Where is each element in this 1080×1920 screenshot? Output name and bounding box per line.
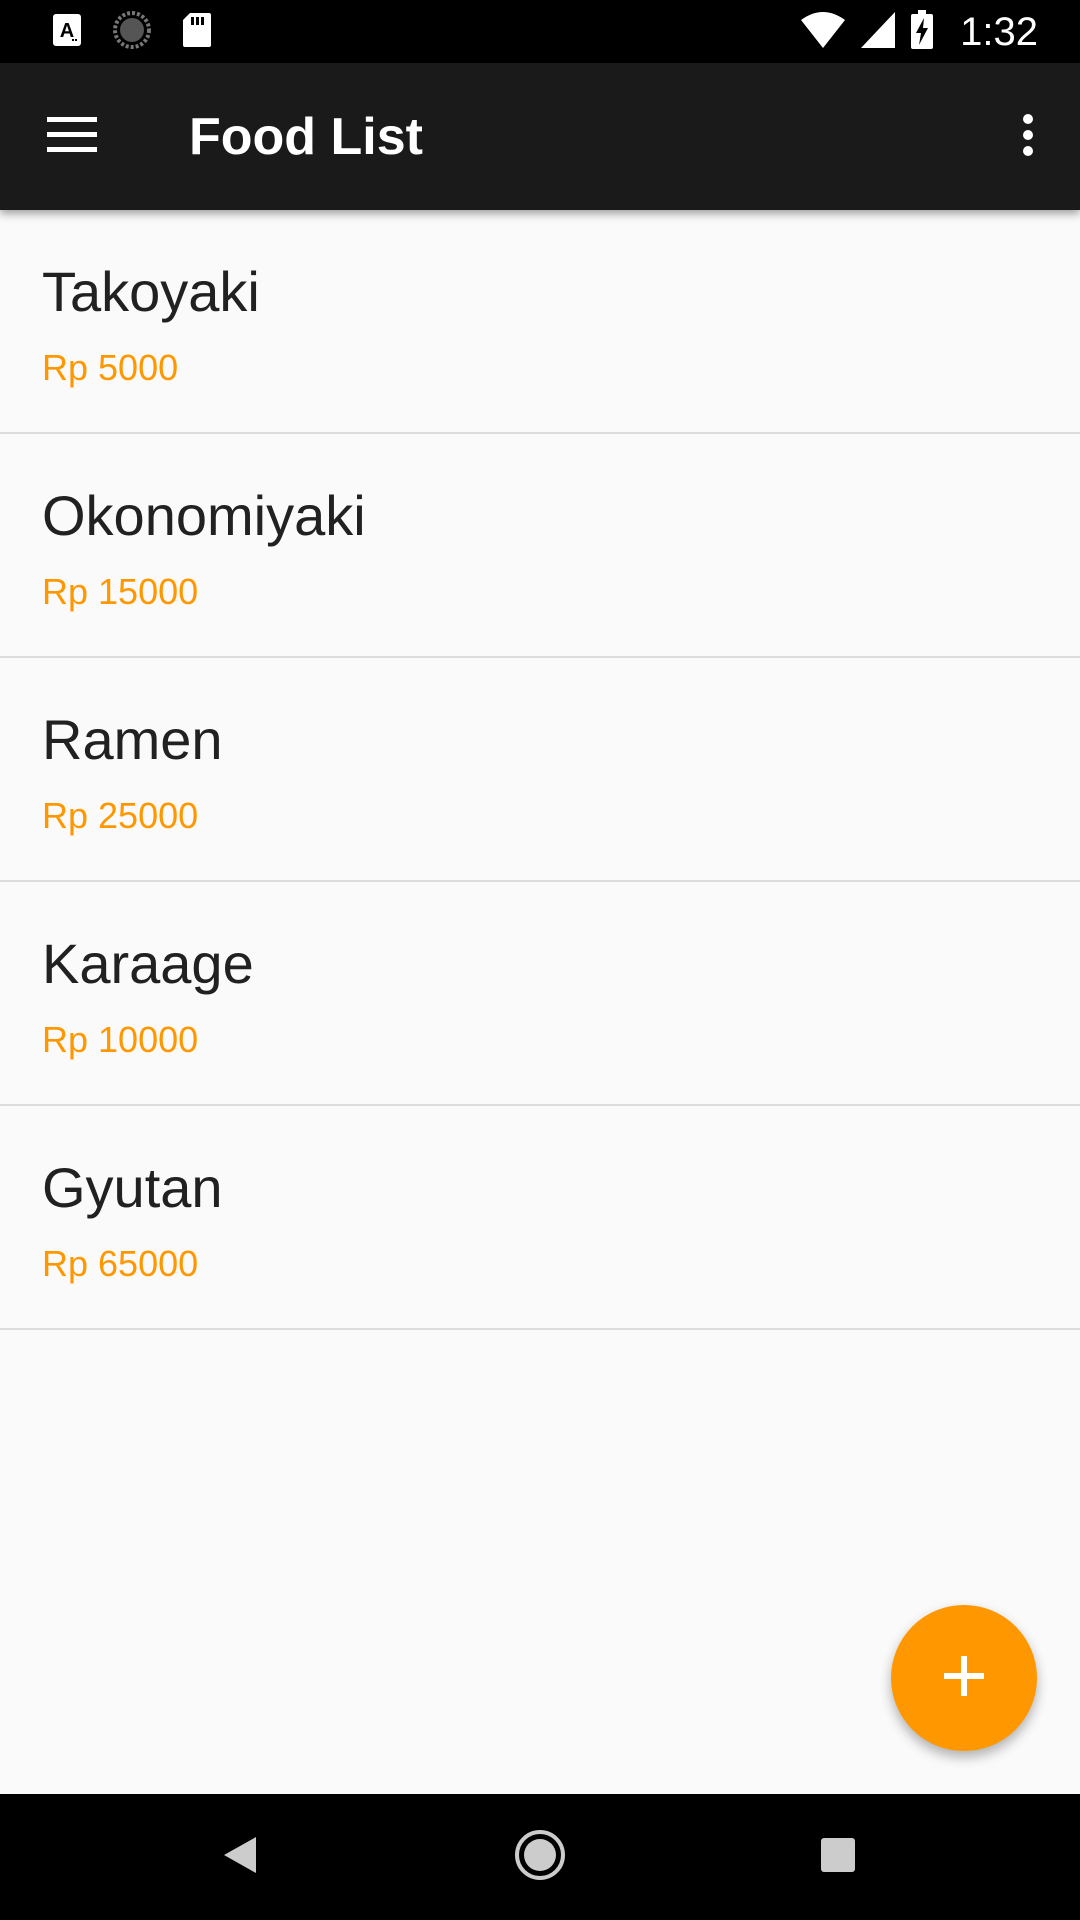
list-item[interactable]: Karaage Rp 10000 (0, 882, 1080, 1106)
more-vert-icon (1022, 113, 1034, 162)
hamburger-menu-icon (47, 116, 97, 158)
app-title: Food List (189, 108, 423, 166)
status-time: 1:32 (960, 9, 1038, 54)
food-name: Gyutan (42, 1156, 223, 1219)
recents-icon (820, 1837, 856, 1878)
overflow-menu-button[interactable] (996, 103, 1060, 171)
status-left-icons: A (52, 10, 212, 55)
list-item[interactable]: Takoyaki Rp 5000 (0, 210, 1080, 434)
food-price: Rp 25000 (42, 795, 199, 836)
home-icon (514, 1829, 566, 1886)
a-keyboard-icon: A (52, 13, 82, 52)
cell-signal-icon (860, 11, 896, 54)
food-name: Karaage (42, 932, 254, 995)
back-button[interactable] (205, 1824, 275, 1890)
status-bar: A 1:32 (0, 0, 1080, 63)
food-price: Rp 15000 (42, 571, 199, 612)
recents-button[interactable] (803, 1824, 873, 1890)
screen: A 1:32 Food List Takoyaki Rp 5000 Okonom… (0, 0, 1080, 1920)
status-right-icons: 1:32 (800, 9, 1038, 55)
app-bar: Food List (0, 63, 1080, 210)
wifi-icon (800, 11, 846, 54)
list-item[interactable]: Ramen Rp 25000 (0, 658, 1080, 882)
food-name: Ramen (42, 708, 223, 771)
food-name: Okonomiyaki (42, 484, 366, 547)
food-list: Takoyaki Rp 5000 Okonomiyaki Rp 15000 Ra… (0, 210, 1080, 1330)
battery-charging-icon (910, 9, 934, 55)
list-item[interactable]: Okonomiyaki Rp 15000 (0, 434, 1080, 658)
svg-text:A: A (60, 20, 74, 42)
food-price: Rp 10000 (42, 1019, 199, 1060)
sd-card-icon (182, 12, 212, 53)
sync-progress-icon (112, 10, 152, 55)
food-name: Takoyaki (42, 260, 260, 323)
food-price: Rp 65000 (42, 1243, 199, 1284)
plus-icon (944, 1655, 984, 1701)
menu-button[interactable] (32, 103, 112, 171)
back-icon (222, 1835, 258, 1880)
add-food-button[interactable] (891, 1605, 1037, 1751)
list-item[interactable]: Gyutan Rp 65000 (0, 1106, 1080, 1330)
nav-bar (0, 1794, 1080, 1920)
food-price: Rp 5000 (42, 347, 179, 388)
home-button[interactable] (505, 1824, 575, 1890)
